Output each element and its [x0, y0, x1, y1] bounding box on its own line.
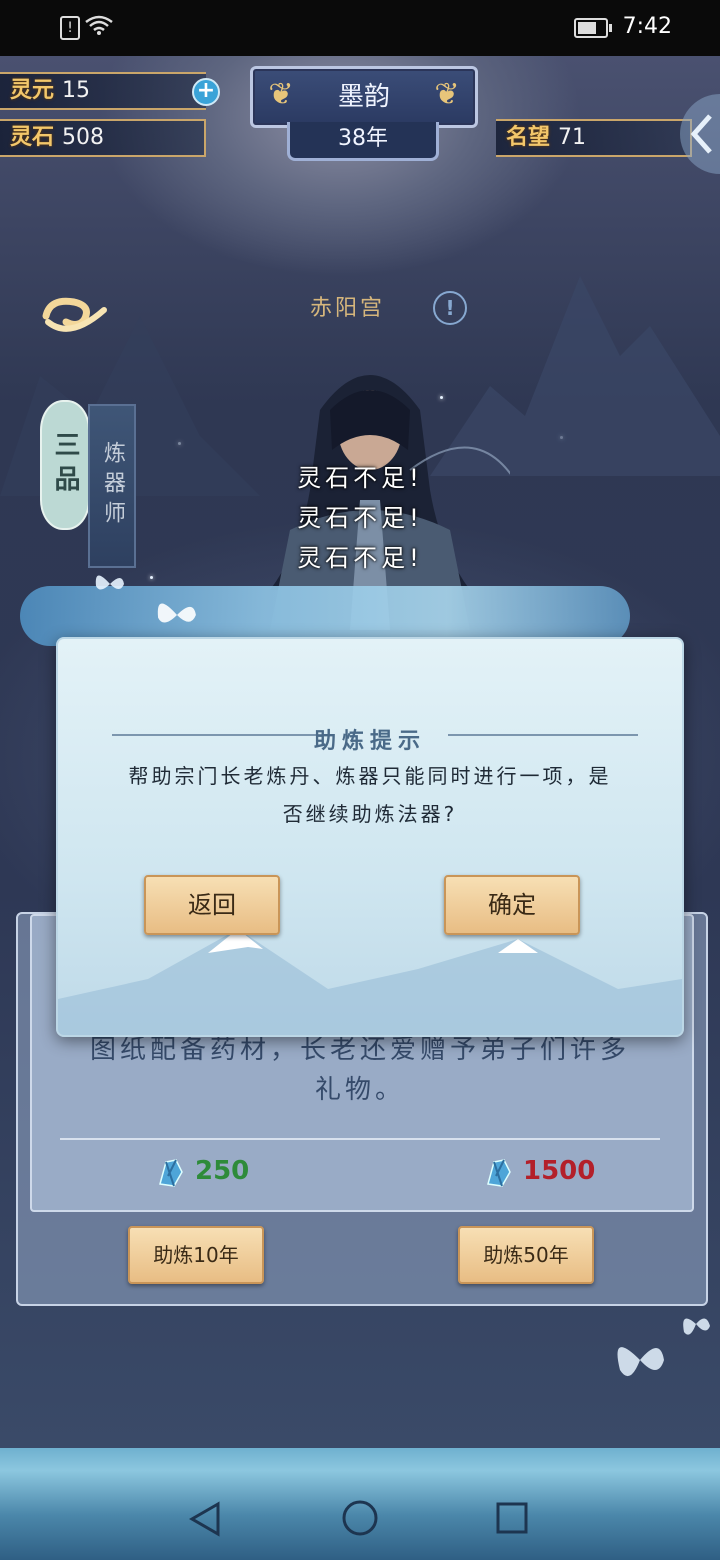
- wifi-icon: [84, 14, 114, 42]
- warning-text: 灵石不足!: [297, 544, 423, 572]
- player-name: 墨韵: [337, 82, 390, 112]
- mingwang-bar: 名望 71: [496, 119, 692, 157]
- assist-description-line: 礼物。: [314, 1075, 405, 1105]
- nav-home-icon[interactable]: [340, 1498, 380, 1538]
- nav-back-icon[interactable]: [188, 1500, 222, 1538]
- butterfly-icon: [95, 575, 124, 590]
- mingwang-value: 71: [558, 125, 587, 150]
- player-name-plaque: ❦ 墨韵 ❦: [250, 66, 478, 128]
- alert-icon: !: [60, 16, 80, 40]
- system-nav-bar: [0, 1478, 720, 1560]
- clock: 7:42: [622, 14, 672, 39]
- cloud-curl-icon: ❦: [434, 77, 460, 112]
- cost-10-years: 250: [195, 1156, 250, 1186]
- spirit-stone-icon: [159, 1159, 183, 1187]
- back-swirl-icon[interactable]: [40, 292, 110, 338]
- divider: [60, 1138, 660, 1140]
- status-bar: ! 7:42: [0, 0, 720, 56]
- lingshi-value: 508: [62, 125, 105, 150]
- sect-name: 赤阳宫: [310, 296, 386, 321]
- assist-description: 图纸配备药材，长老还爱赠予弟子们许多 礼物。: [60, 1030, 660, 1110]
- dialog-back-button[interactable]: 返回: [144, 875, 280, 935]
- nav-recents-icon[interactable]: [494, 1500, 530, 1536]
- lingshi-bar: 灵石 508: [0, 119, 206, 157]
- rank-title-banner: 炼器师: [88, 404, 136, 568]
- cost-50-years: 1500: [523, 1156, 596, 1186]
- dialog-message: 帮助宗门长老炼丹、炼器只能同时进行一项，是否继续助炼法器?: [128, 764, 612, 826]
- assist-50-years-button[interactable]: 助炼50年: [458, 1226, 594, 1284]
- assist-tip-dialog: 助炼提示 帮助宗门长老炼丹、炼器只能同时进行一项，是否继续助炼法器? 返回 确定: [56, 637, 684, 1037]
- warning-text: 灵石不足!: [297, 504, 423, 532]
- lingyuan-label: 灵元: [10, 78, 55, 103]
- mingwang-label: 名望: [506, 125, 551, 150]
- dialog-title: 助炼提示: [313, 729, 426, 754]
- warning-messages: 灵石不足! 灵石不足! 灵石不足!: [260, 458, 460, 578]
- side-arrow-icon[interactable]: [680, 86, 720, 182]
- rank-grade-badge: 三品: [40, 400, 90, 530]
- dialog-confirm-button[interactable]: 确定: [444, 875, 580, 935]
- add-lingyuan-button[interactable]: +: [192, 78, 220, 106]
- assist-10-years-button[interactable]: 助炼10年: [128, 1226, 264, 1284]
- snow-mountain-decoration: [58, 929, 682, 1035]
- spirit-stone-icon: [487, 1159, 511, 1187]
- battery-icon: [574, 18, 612, 38]
- cloud-curl-icon: ❦: [268, 77, 294, 112]
- info-icon[interactable]: !: [433, 291, 467, 325]
- lingshi-label: 灵石: [10, 125, 55, 150]
- lingyuan-bar: 灵元 15: [0, 72, 206, 110]
- warning-text: 灵石不足!: [297, 464, 423, 492]
- year-counter: 38年: [287, 122, 439, 161]
- butterfly-icon: [617, 1318, 710, 1377]
- lingyuan-value: 15: [62, 78, 91, 103]
- butterfly-icon: [157, 603, 196, 623]
